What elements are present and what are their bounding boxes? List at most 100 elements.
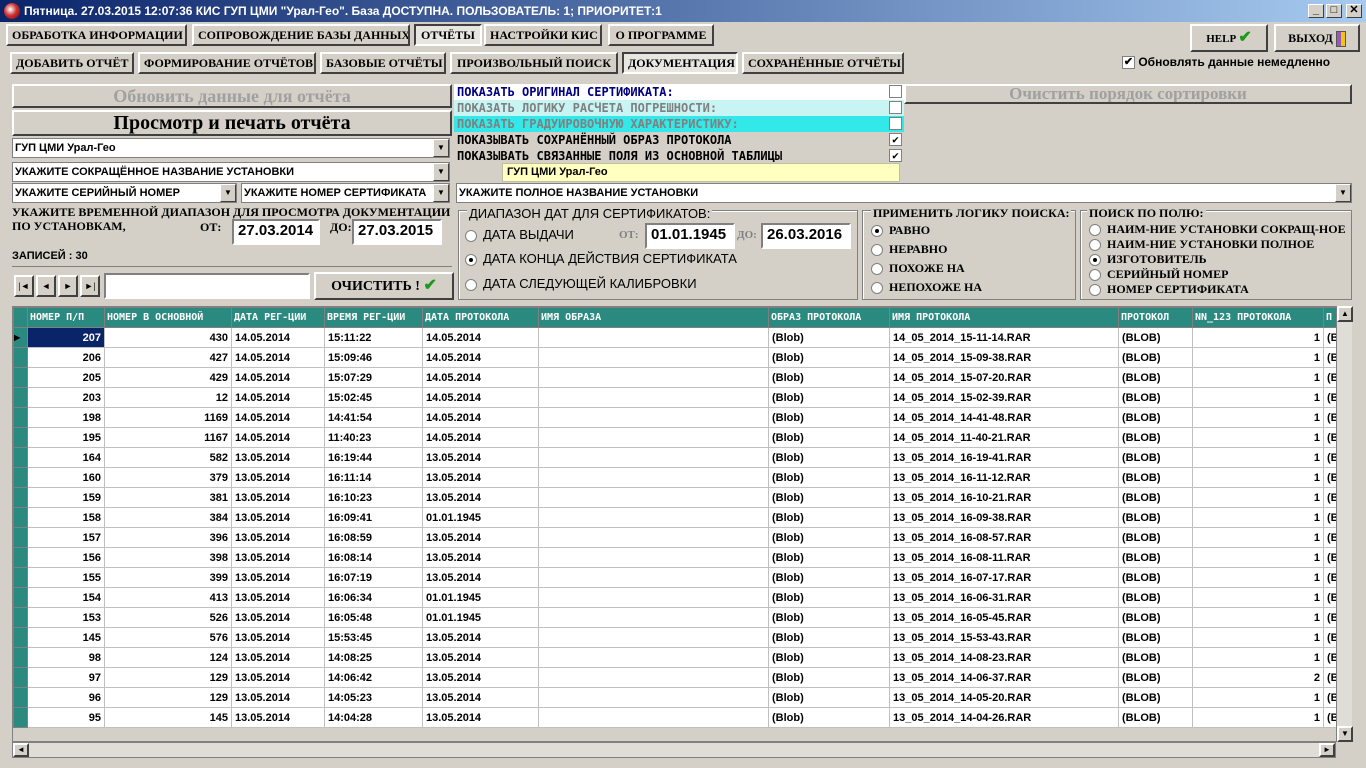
table-cell[interactable]: 13.05.2014 (422, 447, 539, 468)
dropdown-arrow-icon[interactable]: ▼ (433, 184, 449, 202)
table-cell[interactable]: (Blob) (768, 367, 890, 388)
grid-header[interactable]: НОМЕР П/П (27, 307, 105, 328)
serial-combo[interactable]: УКАЖИТЕ СЕРИЙНЫЙ НОМЕР ▼ (12, 183, 237, 203)
table-cell[interactable]: 195 (27, 427, 105, 448)
subtab-base-reports[interactable]: БАЗОВЫЕ ОТЧЁТЫ (320, 52, 446, 74)
table-cell[interactable]: 1 (1192, 687, 1324, 708)
maximize-button[interactable]: □ (1326, 4, 1342, 18)
grid-header[interactable]: ДАТА ПРОТОКОЛА (422, 307, 539, 328)
table-row[interactable]: 153 526 13.05.2014 16:05:48 01.01.1945 (Blob)… (13, 607, 1351, 628)
time-to-field[interactable]: 27.03.2015 (352, 219, 442, 245)
table-cell[interactable]: (Blob) (768, 387, 890, 408)
row-indicator[interactable] (13, 507, 28, 528)
table-cell[interactable]: (BLOB) (1118, 407, 1193, 428)
last-record-button[interactable]: ►| (80, 275, 100, 297)
row-indicator[interactable] (13, 427, 28, 448)
table-cell[interactable]: 1 (1192, 407, 1324, 428)
row-indicator[interactable] (13, 627, 28, 648)
table-cell[interactable]: 429 (104, 367, 232, 388)
field-radio-full-name[interactable]: НАИМ-НИЕ УСТАНОВКИ ПОЛНОЕ (1089, 237, 1314, 252)
table-cell[interactable]: 1167 (104, 427, 232, 448)
table-cell[interactable]: (Blob) (768, 327, 890, 348)
table-cell[interactable]: (BLOB) (1118, 707, 1193, 728)
table-cell[interactable]: 14_05_2014_11-40-21.RAR (889, 427, 1119, 448)
table-cell[interactable]: 1 (1192, 527, 1324, 548)
table-cell[interactable]: (BLOB) (1118, 507, 1193, 528)
table-cell[interactable]: 16:07:19 (324, 567, 423, 588)
table-row[interactable]: 160 379 13.05.2014 16:11:14 13.05.2014 (Blob)… (13, 467, 1351, 488)
table-cell[interactable]: 1 (1192, 467, 1324, 488)
radio-button[interactable] (1089, 269, 1101, 282)
table-cell[interactable]: 96 (27, 687, 105, 708)
table-row[interactable]: 198 1169 14.05.2014 14:41:54 14.05.2014 (Blob… (13, 407, 1351, 428)
radio-button[interactable] (465, 253, 477, 266)
table-cell[interactable]: 14.05.2014 (231, 387, 325, 408)
table-cell[interactable]: 13.05.2014 (422, 667, 539, 688)
table-row[interactable]: 154 413 13.05.2014 16:06:34 01.01.1945 (Blob)… (13, 587, 1351, 608)
table-cell[interactable]: (BLOB) (1118, 567, 1193, 588)
table-cell[interactable]: 1 (1192, 427, 1324, 448)
table-cell[interactable]: (BLOB) (1118, 627, 1193, 648)
table-cell[interactable]: 13.05.2014 (231, 587, 325, 608)
table-cell[interactable] (538, 347, 769, 368)
table-cell[interactable]: 1 (1192, 487, 1324, 508)
table-cell[interactable]: (Blob) (768, 547, 890, 568)
table-cell[interactable]: 1169 (104, 407, 232, 428)
table-cell[interactable] (538, 367, 769, 388)
table-cell[interactable]: (BLOB) (1118, 367, 1193, 388)
row-indicator[interactable] (13, 647, 28, 668)
table-cell[interactable]: 14_05_2014_15-11-14.RAR (889, 327, 1119, 348)
table-cell[interactable]: 198 (27, 407, 105, 428)
table-cell[interactable]: 13_05_2014_15-53-43.RAR (889, 627, 1119, 648)
table-cell[interactable]: (Blob) (768, 627, 890, 648)
table-cell[interactable]: 14_05_2014_14-41-48.RAR (889, 407, 1119, 428)
table-cell[interactable]: 14.05.2014 (231, 327, 325, 348)
table-cell[interactable]: 16:10:23 (324, 487, 423, 508)
table-cell[interactable]: 399 (104, 567, 232, 588)
radio-button[interactable] (871, 263, 883, 276)
table-cell[interactable]: 145 (27, 627, 105, 648)
row-indicator[interactable] (13, 527, 28, 548)
table-cell[interactable]: 01.01.1945 (422, 507, 539, 528)
cert-date-radio-next-calibration[interactable]: ДАТА СЛЕДУЮЩЕЙ КАЛИБРОВКИ (465, 276, 697, 291)
table-row[interactable]: 97 129 13.05.2014 14:06:42 13.05.2014 (Blob) 1… (13, 667, 1351, 688)
table-cell[interactable]: 13.05.2014 (231, 547, 325, 568)
cert-date-radio-issue[interactable]: ДАТА ВЫДАЧИ (465, 227, 574, 242)
table-cell[interactable]: 155 (27, 567, 105, 588)
table-cell[interactable]: (Blob) (768, 447, 890, 468)
table-row[interactable]: 159 381 13.05.2014 16:10:23 13.05.2014 (Blob)… (13, 487, 1351, 508)
table-cell[interactable]: 145 (104, 707, 232, 728)
table-cell[interactable]: 156 (27, 547, 105, 568)
cert-date-radio-expiry[interactable]: ДАТА КОНЦА ДЕЙСТВИЯ СЕРТИФИКАТА (465, 251, 737, 266)
table-cell[interactable]: 1 (1192, 647, 1324, 668)
table-cell[interactable]: 124 (104, 647, 232, 668)
table-cell[interactable]: 13.05.2014 (231, 687, 325, 708)
cert-to-field[interactable]: 26.03.2016 (761, 223, 851, 249)
table-row[interactable]: 155 399 13.05.2014 16:07:19 13.05.2014 (Blob)… (13, 567, 1351, 588)
table-cell[interactable]: 526 (104, 607, 232, 628)
table-row[interactable]: 164 582 13.05.2014 16:19:44 13.05.2014 (Blob)… (13, 447, 1351, 468)
table-cell[interactable]: 1 (1192, 567, 1324, 588)
table-cell[interactable]: 01.01.1945 (422, 607, 539, 628)
table-cell[interactable]: 97 (27, 667, 105, 688)
table-cell[interactable]: (Blob) (768, 647, 890, 668)
table-cell[interactable]: 13.05.2014 (231, 447, 325, 468)
option-checkbox[interactable] (889, 101, 902, 114)
row-indicator[interactable] (13, 367, 28, 388)
row-indicator[interactable] (13, 447, 28, 468)
table-cell[interactable] (538, 607, 769, 628)
table-cell[interactable] (538, 527, 769, 548)
table-cell[interactable] (538, 647, 769, 668)
table-cell[interactable]: 381 (104, 487, 232, 508)
table-cell[interactable]: 1 (1192, 387, 1324, 408)
table-row[interactable]: 158 384 13.05.2014 16:09:41 01.01.1945 (Blob)… (13, 507, 1351, 528)
row-indicator[interactable] (13, 547, 28, 568)
table-cell[interactable]: 396 (104, 527, 232, 548)
dropdown-arrow-icon[interactable]: ▼ (433, 163, 449, 181)
table-cell[interactable]: 13.05.2014 (422, 567, 539, 588)
scroll-right-icon[interactable]: ► (1319, 743, 1335, 757)
table-cell[interactable]: 14.05.2014 (231, 427, 325, 448)
grid-header[interactable]: ИМЯ ПРОТОКОЛА (889, 307, 1119, 328)
table-cell[interactable]: 413 (104, 587, 232, 608)
table-cell[interactable]: 16:19:44 (324, 447, 423, 468)
